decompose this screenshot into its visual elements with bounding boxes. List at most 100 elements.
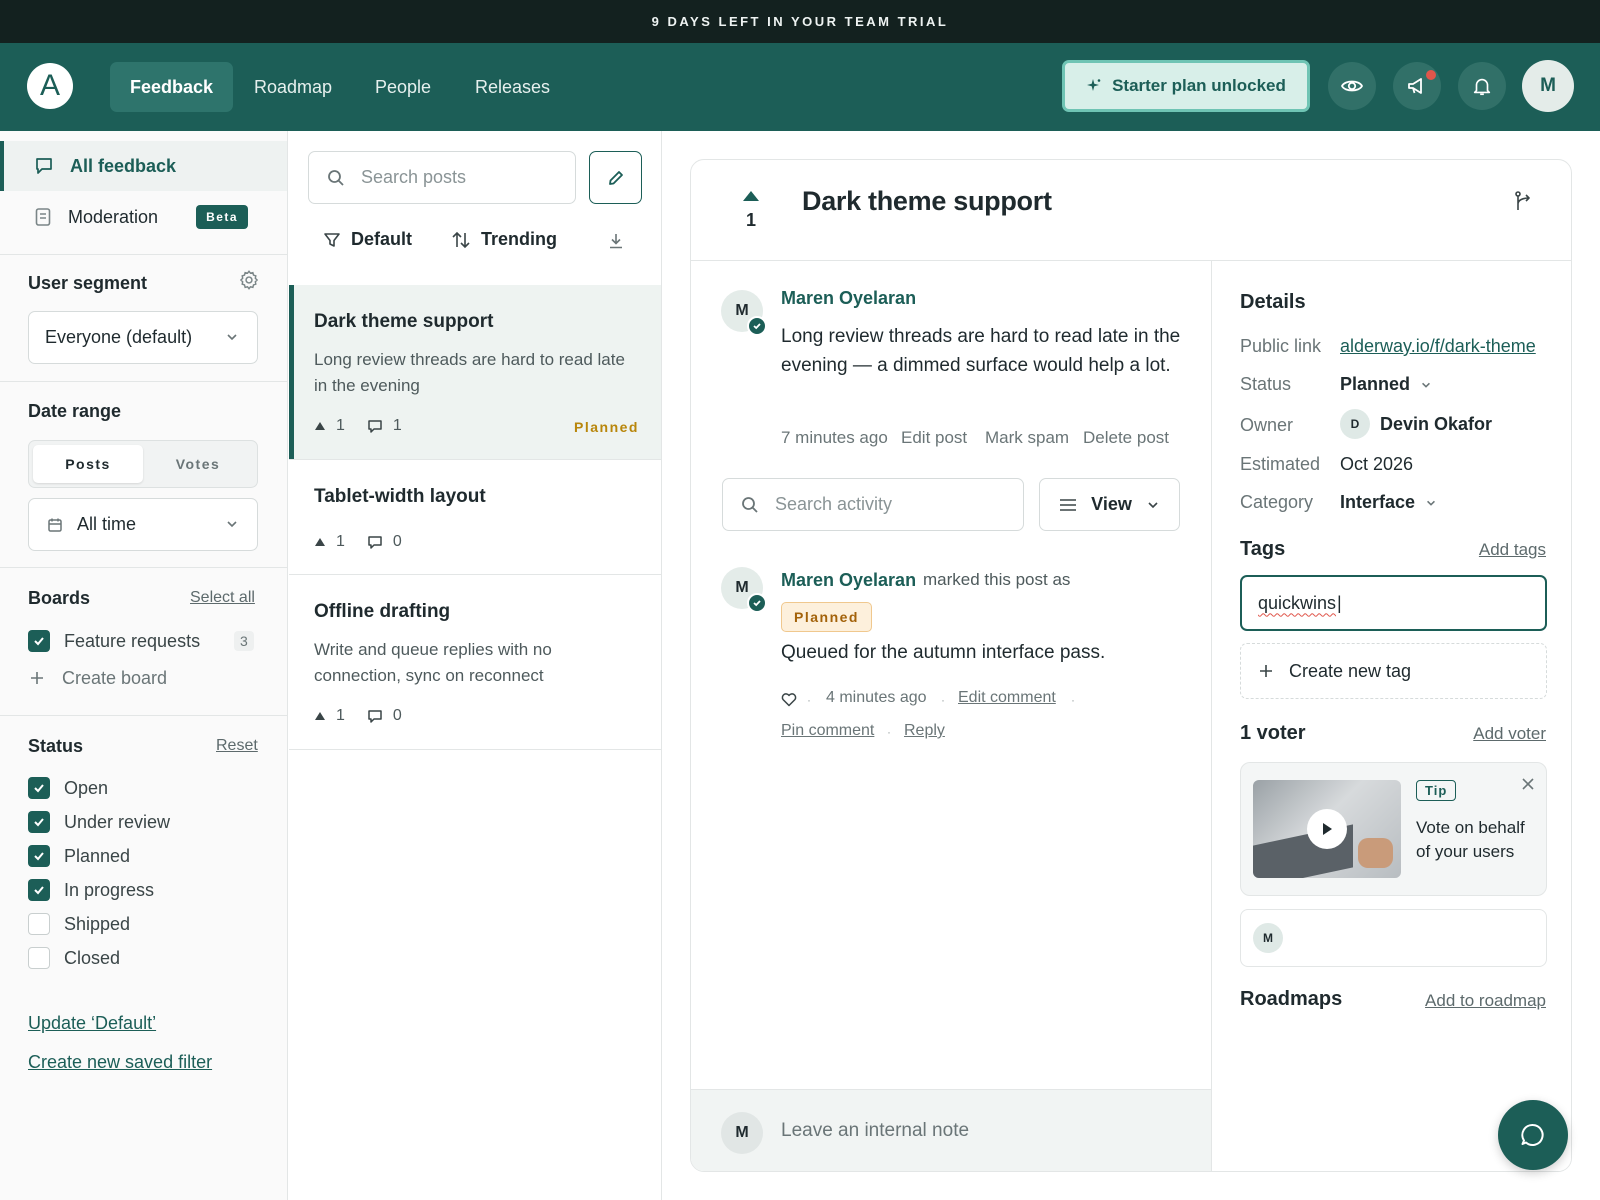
user-avatar[interactable]: M <box>1522 60 1574 112</box>
internal-note-bar[interactable]: M Leave an internal note <box>691 1089 1211 1171</box>
pin-comment-link[interactable]: Pin comment <box>781 722 874 740</box>
play-icon[interactable] <box>1307 809 1347 849</box>
date-range-heading: Date range <box>28 401 122 421</box>
post-card[interactable]: Tablet-width layout 1 0 <box>289 460 661 575</box>
estimated-value[interactable]: Oct 2026 <box>1340 454 1413 475</box>
download-icon[interactable] <box>607 232 625 250</box>
chevron-down-icon <box>225 330 239 344</box>
owner-name: Devin Okafor <box>1380 413 1493 434</box>
app-logo[interactable]: A <box>27 63 73 109</box>
user-segment-heading: User segment <box>28 273 148 293</box>
tab-roadmap[interactable]: Roadmap <box>234 62 352 112</box>
post-comment-count: 0 <box>392 533 402 550</box>
vote-button[interactable]: 1 <box>731 190 771 231</box>
category-dropdown[interactable]: Interface <box>1340 492 1437 513</box>
tip-video-thumbnail[interactable] <box>1253 780 1401 878</box>
status-label: Under review <box>64 812 171 832</box>
owner-dropdown[interactable]: D Devin Okafor <box>1340 409 1492 439</box>
reset-link[interactable]: Reset <box>216 737 258 755</box>
notifications-button[interactable] <box>1458 62 1506 110</box>
status-checkbox-shipped[interactable] <box>28 913 50 935</box>
public-link[interactable]: alderway.io/f/dark-theme <box>1340 336 1536 357</box>
create-new-tag-button[interactable]: Create new tag <box>1240 643 1547 699</box>
announcements-button[interactable] <box>1393 62 1441 110</box>
post-meta: 1 0 <box>314 533 402 551</box>
status-label: In progress <box>64 880 155 900</box>
date-range-select[interactable]: All time <box>28 498 258 551</box>
chat-button[interactable] <box>1498 1100 1568 1170</box>
document-icon <box>34 207 52 227</box>
starter-plan-button[interactable]: Starter plan unlocked <box>1062 60 1310 112</box>
status-dropdown[interactable]: Planned <box>1340 374 1432 395</box>
heart-icon[interactable] <box>781 692 797 707</box>
tab-releases[interactable]: Releases <box>455 62 570 112</box>
sidebar-item-moderation[interactable]: Moderation Beta <box>0 192 287 242</box>
new-post-button[interactable] <box>589 151 642 204</box>
posts-votes-toggle: Posts Votes <box>28 440 258 488</box>
post-title: Dark theme support <box>802 186 1052 216</box>
status-checkbox-planned[interactable] <box>28 845 50 867</box>
user-segment-select[interactable]: Everyone (default) <box>28 311 258 364</box>
chevron-down-icon <box>1146 498 1160 512</box>
divider <box>0 254 287 255</box>
mark-spam-link[interactable]: Mark spam <box>985 428 1069 448</box>
tab-feedback[interactable]: Feedback <box>110 62 234 112</box>
voters-heading: 1 voter <box>1240 722 1306 744</box>
details-panel: Details Public link alderway.io/f/dark-t… <box>1211 261 1571 1171</box>
status-label: Status <box>1240 374 1292 394</box>
sort-default-label: Default <box>351 229 413 249</box>
post-description: Write and queue replies with no connecti… <box>314 640 552 685</box>
bell-icon <box>1471 75 1493 97</box>
create-saved-filter-link[interactable]: Create new saved filter <box>28 1052 212 1073</box>
post-title: Offline drafting <box>314 601 451 622</box>
boards-heading: Boards <box>28 588 91 608</box>
board-checkbox[interactable] <box>28 630 50 652</box>
megaphone-icon <box>1405 74 1429 98</box>
edit-comment-link[interactable]: Edit comment <box>958 689 1056 707</box>
beta-badge: Beta <box>196 205 249 229</box>
chat-icon <box>34 156 54 176</box>
tag-input[interactable]: quickwins | <box>1240 575 1547 631</box>
status-checkbox-closed[interactable] <box>28 947 50 969</box>
status-checkbox-in-progress[interactable] <box>28 879 50 901</box>
eye-icon <box>1340 74 1364 98</box>
add-tags-link[interactable]: Add tags <box>1479 540 1546 560</box>
sparkle-icon <box>1086 78 1102 94</box>
post-vote-count: 1 <box>336 707 345 724</box>
status-label: Planned <box>64 846 131 866</box>
sort-trending-button[interactable]: Trending <box>451 229 557 250</box>
owner-avatar: D <box>1340 409 1370 439</box>
author-name[interactable]: Maren Oyelaran <box>781 288 916 309</box>
status-checkbox-under-review[interactable] <box>28 811 50 833</box>
edit-post-link[interactable]: Edit post <box>901 428 967 448</box>
add-to-roadmap-link[interactable]: Add to roadmap <box>1425 991 1546 1011</box>
search-posts-input[interactable]: Search posts <box>308 151 576 204</box>
post-card[interactable]: Dark theme support Long review threads a… <box>289 285 661 460</box>
category-label: Category <box>1240 492 1314 512</box>
tab-people[interactable]: People <box>355 62 451 112</box>
select-all-link[interactable]: Select all <box>190 589 255 607</box>
sort-default-button[interactable]: Default <box>323 229 412 250</box>
vote-count: 1 <box>745 210 756 230</box>
close-icon[interactable] <box>1521 777 1535 791</box>
preview-button[interactable] <box>1328 62 1376 110</box>
comment-time: 4 minutes ago <box>826 689 927 706</box>
merge-icon[interactable] <box>1513 190 1535 212</box>
search-activity-input[interactable]: Search activity <box>722 478 1024 531</box>
create-board-link[interactable]: Create board <box>62 668 167 689</box>
gear-icon[interactable] <box>238 269 260 291</box>
sidebar-item-all-feedback[interactable]: All feedback <box>0 141 287 191</box>
add-voter-link[interactable]: Add voter <box>1473 724 1546 744</box>
board-count: 3 <box>234 631 254 651</box>
update-default-link[interactable]: Update ‘Default’ <box>28 1013 156 1034</box>
segment-posts[interactable]: Posts <box>33 445 143 483</box>
upvote-icon <box>314 421 326 431</box>
post-card[interactable]: Offline drafting Write and queue replies… <box>289 575 661 750</box>
delete-post-link[interactable]: Delete post <box>1083 428 1169 448</box>
view-dropdown[interactable]: View <box>1039 478 1180 531</box>
reply-link[interactable]: Reply <box>904 722 945 740</box>
voter-avatar[interactable]: M <box>1253 923 1283 953</box>
segment-votes[interactable]: Votes <box>143 445 253 483</box>
status-checkbox-open[interactable] <box>28 777 50 799</box>
activity-author[interactable]: Maren Oyelaran <box>781 570 916 591</box>
